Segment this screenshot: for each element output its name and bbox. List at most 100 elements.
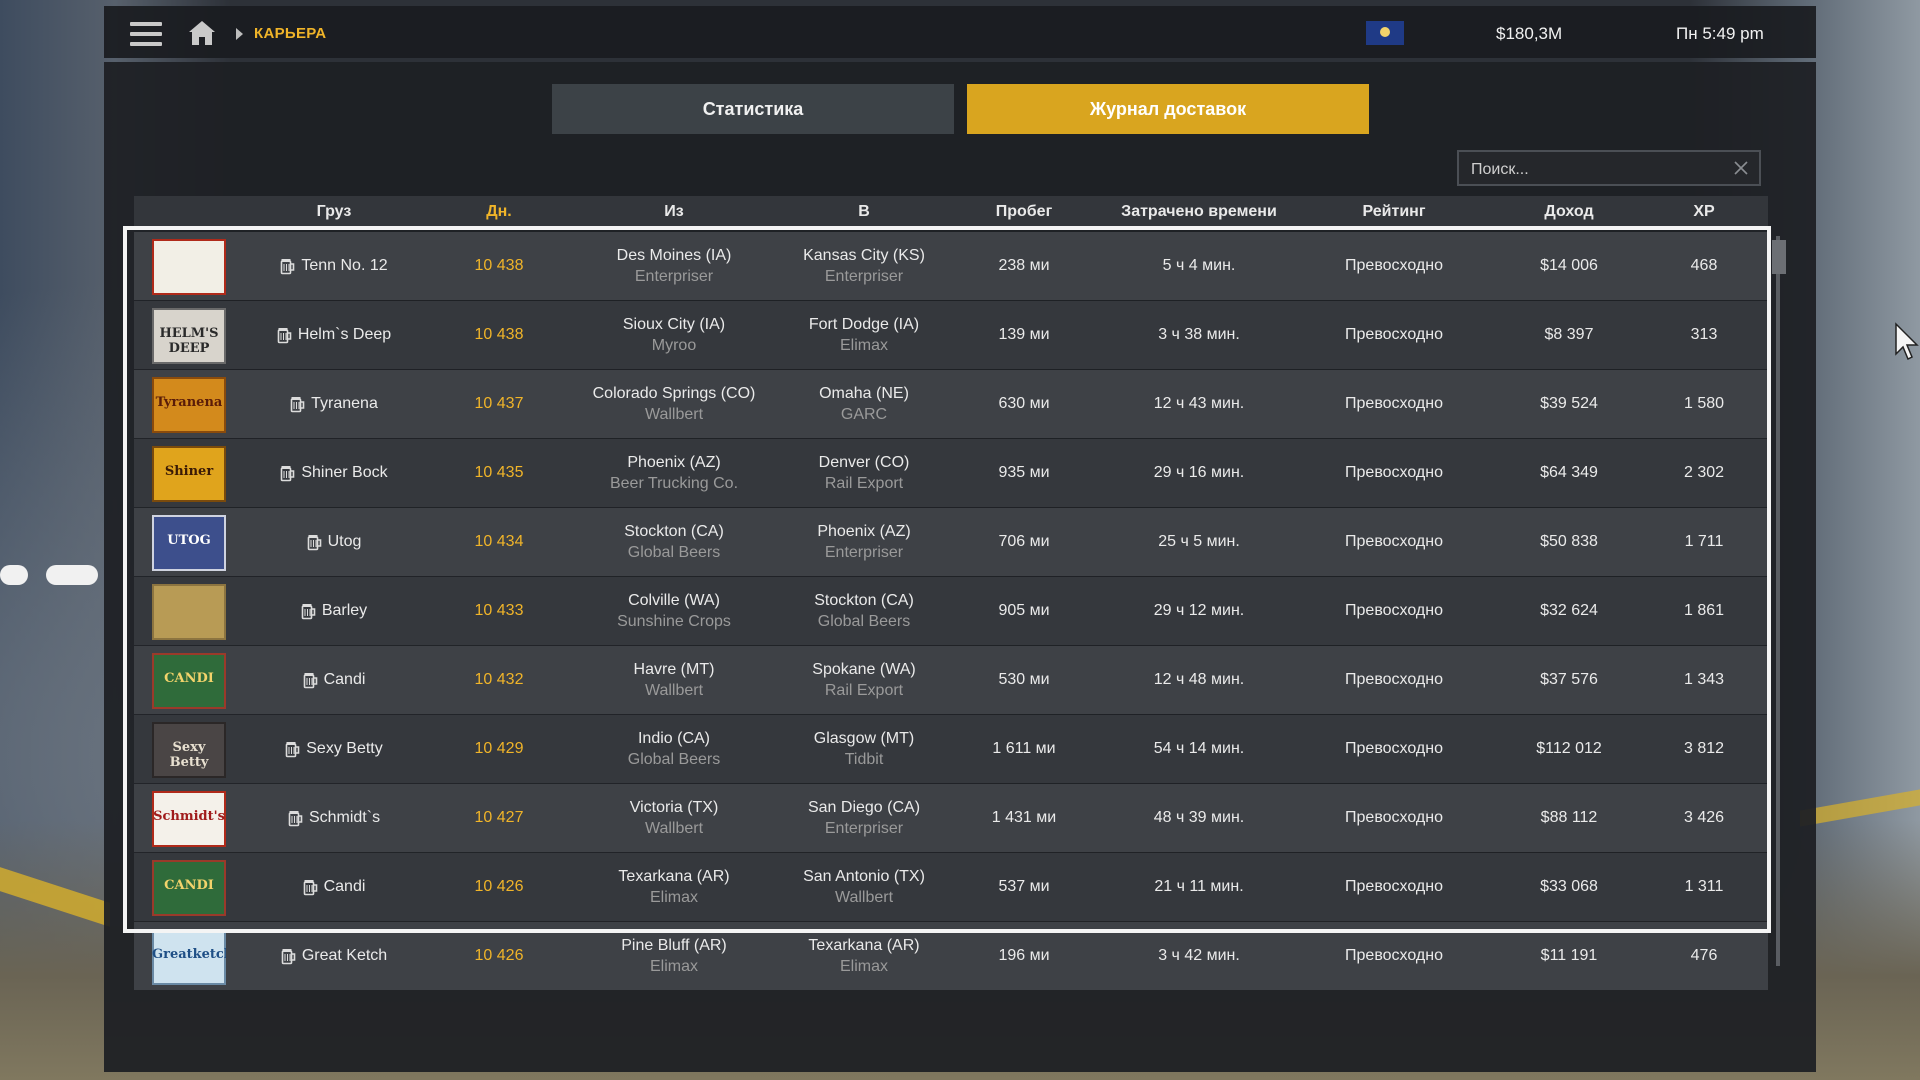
origin-city: Stockton (CA) [624, 522, 724, 540]
search-input[interactable] [1469, 158, 1723, 182]
destination: Stockton (CA) Global Beers [774, 577, 954, 645]
table-row[interactable]: Tyranena Tyranena 10 437 Colorado Spring… [134, 370, 1768, 438]
destination-city: Spokane (WA) [812, 660, 916, 678]
income: $37 576 [1540, 671, 1598, 688]
money-balance: $180,3M [1496, 24, 1563, 43]
origin-company: Elimax [649, 888, 698, 906]
cargo-thumbnail [152, 239, 226, 295]
table-row[interactable]: CANDI Candi 10 432 Havre (MT) Wallbert S… [134, 646, 1768, 714]
table-row[interactable]: Greatketch Great Ketch 10 426 Pine Bluff… [134, 922, 1768, 990]
cargo-thumbnail: Tyranena [152, 377, 226, 433]
rating: Превосходно [1345, 602, 1443, 619]
income: $88 112 [1540, 809, 1598, 826]
rating: Превосходно [1345, 533, 1443, 550]
hamburger-menu-icon[interactable] [130, 22, 162, 46]
beer-mug-icon [277, 327, 292, 343]
destination-company: Wallbert [834, 888, 894, 906]
origin-company: Enterpriser [634, 267, 714, 285]
column-header-xp[interactable]: XP [1654, 203, 1754, 221]
income: $39 524 [1540, 395, 1598, 412]
column-header-distance[interactable]: Пробег [964, 203, 1084, 221]
clear-search-icon[interactable] [1733, 160, 1749, 176]
cargo-thumbnail: CANDI [152, 860, 226, 916]
scrollbar-thumb[interactable] [1772, 240, 1786, 274]
origin-company: Wallbert [644, 681, 704, 699]
column-header-from[interactable]: Из [574, 203, 774, 221]
table-row[interactable]: UTOG Utog 10 434 Stockton (CA) Global Be… [134, 508, 1768, 576]
column-header-cargo[interactable]: Груз [284, 203, 384, 221]
cargo-thumbnail [152, 584, 226, 640]
cargo-name: Helm`s Deep [297, 326, 392, 343]
destination: Texarkana (AR) Elimax [774, 922, 954, 990]
garage-light [0, 565, 28, 585]
table-row[interactable]: Schmidt's Schmidt`s 10 427 Victoria (TX)… [134, 784, 1768, 852]
cargo-thumbnail: Greatketch [152, 929, 226, 985]
cargo-name: Tenn No. 12 [301, 257, 388, 274]
mouse-cursor-icon [1895, 322, 1919, 361]
xp: 476 [1690, 947, 1718, 964]
destination-company: Elimax [839, 336, 888, 354]
tab-delivery-log[interactable]: Журнал доставок [967, 84, 1369, 134]
cargo-thumbnail: UTOG [152, 515, 226, 571]
destination-city: Fort Dodge (IA) [808, 315, 920, 333]
xp: 1 311 [1684, 878, 1724, 895]
beer-mug-icon [307, 534, 321, 550]
xp: 2 302 [1683, 464, 1725, 481]
time-spent: 3 ч 38 мин. [1158, 326, 1240, 343]
delivery-day: 10 434 [474, 533, 524, 550]
origin: Sioux City (IA) Myroo [574, 301, 774, 369]
cargo-thumbnail-label: UTOG [167, 533, 211, 548]
beer-mug-icon [281, 465, 295, 481]
search-box[interactable] [1457, 150, 1761, 186]
table-row[interactable]: HELM'S DEEP Helm`s Deep 10 438 Sioux Cit… [134, 301, 1768, 369]
destination-company: GARC [840, 405, 888, 423]
table-row[interactable]: Shiner Shiner Bock 10 435 Phoenix (AZ) B… [134, 439, 1768, 507]
xp: 3 812 [1683, 740, 1725, 757]
destination: San Antonio (TX) Wallbert [774, 853, 954, 921]
column-header-rating[interactable]: Рейтинг [1304, 203, 1484, 221]
cargo-name: Utog [327, 533, 362, 550]
column-header-to[interactable]: В [774, 203, 954, 221]
distance: 1 611 ми [992, 740, 1056, 757]
destination: Glasgow (MT) Tidbit [774, 715, 954, 783]
destination: Phoenix (AZ) Enterpriser [774, 508, 954, 576]
rating: Превосходно [1345, 395, 1443, 412]
destination-company: Elimax [839, 957, 888, 975]
column-header-time[interactable]: Затрачено времени [1094, 203, 1304, 221]
destination-company: Enterpriser [824, 819, 904, 837]
rating: Превосходно [1345, 326, 1443, 343]
rating: Превосходно [1345, 464, 1443, 481]
cargo-thumbnail-label: CANDI [164, 671, 214, 686]
table-row[interactable]: Sexy Betty Sexy Betty 10 429 Indio (CA) … [134, 715, 1768, 783]
delivery-day: 10 429 [474, 740, 524, 757]
income: $33 068 [1540, 878, 1598, 895]
delivery-day: 10 438 [474, 257, 524, 274]
column-header-income[interactable]: Доход [1504, 203, 1634, 221]
delivery-day: 10 437 [474, 395, 524, 412]
home-icon[interactable] [188, 20, 216, 46]
table-row[interactable]: CANDI Candi 10 426 Texarkana (AR) Elimax… [134, 853, 1768, 921]
breadcrumb-career[interactable]: КАРЬЕРА [254, 25, 326, 42]
time-spent: 12 ч 48 мин. [1153, 671, 1245, 688]
cargo-thumbnail: Schmidt's [152, 791, 226, 847]
destination: Fort Dodge (IA) Elimax [774, 301, 954, 369]
destination-city: San Diego (CA) [807, 798, 921, 816]
origin: Colorado Springs (CO) Wallbert [574, 370, 774, 438]
time-spent: 29 ч 16 мин. [1153, 464, 1245, 481]
column-header-day[interactable]: Дн. [474, 203, 524, 221]
destination: Omaha (NE) GARC [774, 370, 954, 438]
table-row[interactable]: Tenn No. 12 10 438 Des Moines (IA) Enter… [134, 232, 1768, 300]
rating: Превосходно [1345, 809, 1443, 826]
origin-company: Wallbert [644, 819, 704, 837]
delivery-day: 10 438 [474, 326, 524, 343]
income: $50 838 [1540, 533, 1598, 550]
cargo-name: Candi [323, 878, 366, 895]
tab-statistics[interactable]: Статистика [552, 84, 954, 134]
distance: 1 431 ми [991, 809, 1057, 826]
top-bar: КАРЬЕРА $180,3M Пн 5:49 pm [104, 6, 1816, 58]
destination-company: Rail Export [824, 681, 904, 699]
scrollbar-track[interactable] [1776, 236, 1780, 966]
origin: Indio (CA) Global Beers [574, 715, 774, 783]
table-row[interactable]: Barley 10 433 Colville (WA) Sunshine Cro… [134, 577, 1768, 645]
rating: Превосходно [1345, 671, 1443, 688]
